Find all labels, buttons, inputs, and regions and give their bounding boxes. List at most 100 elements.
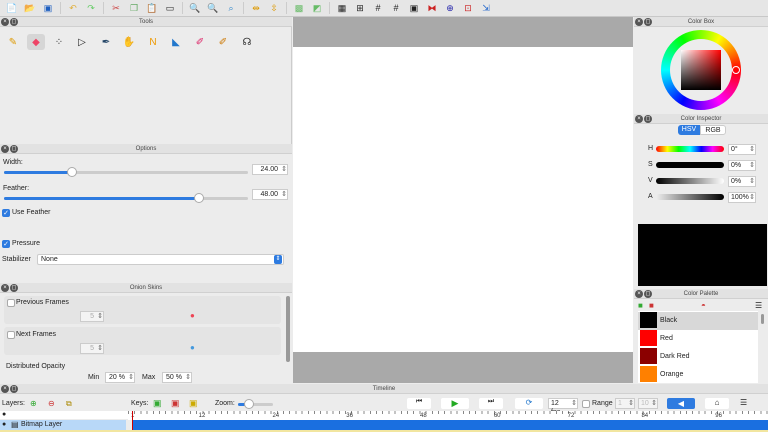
zoom-in-icon[interactable]: 🔍 <box>187 1 203 15</box>
layer-track[interactable] <box>133 420 768 430</box>
next-frames-count[interactable]: 5 <box>80 343 104 354</box>
fps-input[interactable]: 12 fps <box>548 398 578 416</box>
float-icon[interactable]: ◻ <box>644 18 652 26</box>
move-tool[interactable]: ▷ <box>73 34 91 50</box>
remove-layer-icon[interactable]: ⊖ <box>48 399 55 408</box>
sound-button[interactable]: ◀ <box>667 398 695 409</box>
palette-swatch-dark-red[interactable] <box>640 348 657 364</box>
visibility-all-icon[interactable]: ● <box>2 411 6 418</box>
eraser-tool[interactable]: ◆ <box>27 34 45 50</box>
toggle-icon[interactable]: ◩ <box>309 1 325 15</box>
palette-item-orange[interactable]: Orange <box>660 371 683 378</box>
zoom-out-icon[interactable]: 🔍 <box>205 1 221 15</box>
redo-icon[interactable]: ↷ <box>83 1 99 15</box>
onion-scrollbar[interactable] <box>286 296 290 362</box>
previous-frames-checkbox[interactable] <box>7 299 15 307</box>
close-icon[interactable]: × <box>635 18 643 26</box>
v-input[interactable]: 0% <box>728 176 756 187</box>
canvas-area[interactable] <box>293 17 633 383</box>
camera-select-icon[interactable]: ⇲ <box>478 1 494 15</box>
undo-icon[interactable]: ↶ <box>65 1 81 15</box>
next-frames-checkbox[interactable] <box>7 331 15 339</box>
palette-item-dark-red[interactable]: Dark Red <box>660 353 690 360</box>
paste-icon[interactable]: 📋 <box>144 1 160 15</box>
timeline-zoom-slider[interactable] <box>238 399 273 409</box>
palette-swatch-red[interactable] <box>640 330 657 346</box>
smudge-tool[interactable]: ☊ <box>238 34 256 50</box>
zoom-slider-handle[interactable] <box>244 399 254 409</box>
safe-area-icon[interactable]: ▣ <box>406 1 422 15</box>
grid-4-icon[interactable]: # <box>388 1 404 15</box>
h-slider[interactable] <box>656 146 724 152</box>
select-tool[interactable]: ⁘ <box>50 34 68 50</box>
previous-color-icon[interactable]: ● <box>190 311 195 320</box>
remove-key-icon[interactable]: ▣ <box>171 398 180 409</box>
a-slider[interactable] <box>656 194 724 200</box>
float-icon[interactable]: ◻ <box>10 145 18 153</box>
h-input[interactable]: 0° <box>728 144 756 155</box>
stabilizer-select[interactable]: None ⇕ <box>37 254 284 265</box>
palette-item-black[interactable]: Black <box>660 317 677 324</box>
next-color-icon[interactable]: ● <box>190 343 195 352</box>
range-start-input[interactable]: 1 <box>615 398 635 409</box>
playhead[interactable] <box>132 411 133 431</box>
clear-frame-icon[interactable]: ▭ <box>162 1 178 15</box>
width-slider-handle[interactable] <box>67 167 78 177</box>
cut-icon[interactable]: ✂ <box>108 1 124 15</box>
grid-3-icon[interactable]: # <box>370 1 386 15</box>
close-icon[interactable]: × <box>1 385 9 393</box>
flip-vertical-icon[interactable]: ⇳ <box>266 1 282 15</box>
a-input[interactable]: 100% <box>728 192 756 203</box>
flip-horizontal-icon[interactable]: ⇹ <box>248 1 264 15</box>
tab-hsv[interactable]: HSV <box>678 125 700 135</box>
copy-icon[interactable]: ❐ <box>126 1 142 15</box>
layer-row[interactable]: ● ▤ Bitmap Layer <box>0 420 126 430</box>
float-icon[interactable]: ◻ <box>10 284 18 292</box>
duplicate-layer-icon[interactable]: ⧉ <box>66 399 72 409</box>
camera-move-icon[interactable]: ⊡ <box>460 1 476 15</box>
drawing-canvas[interactable] <box>293 47 633 352</box>
hue-handle[interactable] <box>732 66 740 74</box>
bucket-tool[interactable]: ◣ <box>167 34 185 50</box>
grid-icon[interactable]: ▦ <box>334 1 350 15</box>
tab-rgb[interactable]: RGB <box>700 125 726 135</box>
save-icon[interactable]: ▣ <box>40 1 56 15</box>
close-icon[interactable]: × <box>1 145 9 153</box>
layer-name[interactable]: Bitmap Layer <box>21 421 62 428</box>
width-input[interactable]: 24.00 <box>252 164 288 175</box>
play-button[interactable]: ▶ <box>441 398 469 409</box>
remove-color-icon[interactable]: ■ <box>649 301 654 310</box>
polyline-tool[interactable]: N <box>144 34 162 50</box>
float-icon[interactable]: ◻ <box>10 385 18 393</box>
next-frame-button[interactable]: ⏭ <box>479 398 503 409</box>
min-opacity-input[interactable]: 20 % <box>105 372 135 383</box>
previous-frame-button[interactable]: ⏮ <box>407 398 431 409</box>
previous-frames-count[interactable]: 5 <box>80 311 104 322</box>
range-end-input[interactable]: 10 <box>638 398 658 409</box>
width-slider[interactable] <box>4 167 248 177</box>
pressure-checkbox[interactable]: ✓ <box>2 240 10 248</box>
layer-visibility-icon[interactable]: ● <box>2 421 6 428</box>
feather-slider-handle[interactable] <box>194 193 205 203</box>
palette-scrollbar[interactable] <box>761 314 764 324</box>
new-file-icon[interactable]: 📄 <box>4 1 20 15</box>
feather-input[interactable]: 48.00 <box>252 189 288 200</box>
v-slider[interactable] <box>656 178 724 184</box>
onion-toggle-button[interactable]: ⌂ <box>705 398 729 409</box>
color-wheel[interactable] <box>661 30 741 110</box>
float-icon[interactable]: ◻ <box>10 18 18 26</box>
pencil-tool[interactable]: ✎ <box>4 34 22 50</box>
frame-ruler[interactable] <box>128 411 768 420</box>
close-icon[interactable]: × <box>635 290 643 298</box>
center-icon[interactable]: ⊞ <box>352 1 368 15</box>
float-icon[interactable]: ◻ <box>644 115 652 123</box>
brush-tool[interactable]: ✐ <box>214 34 232 50</box>
close-icon[interactable]: × <box>635 115 643 123</box>
eyedropper-tool[interactable]: ✐ <box>191 34 209 50</box>
range-checkbox[interactable] <box>582 400 590 408</box>
palette-item-red[interactable]: Red <box>660 335 673 342</box>
loop-button[interactable]: ⟳ <box>515 398 543 409</box>
add-key-icon[interactable]: ▣ <box>153 398 162 409</box>
s-slider[interactable] <box>656 162 724 168</box>
hand-tool[interactable]: ✋ <box>120 34 138 50</box>
